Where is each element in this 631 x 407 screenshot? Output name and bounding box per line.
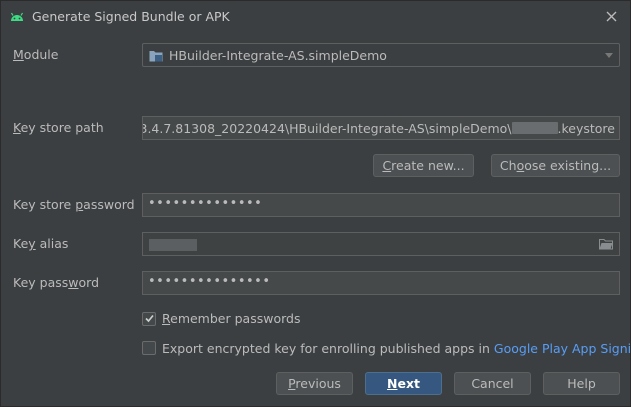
next-button[interactable]: Next: [365, 372, 442, 395]
title-bar: Generate Signed Bundle or APK: [1, 1, 631, 31]
redacted-filename: [511, 122, 558, 134]
module-label: Module: [13, 47, 59, 62]
cancel-button[interactable]: Cancel: [454, 372, 531, 395]
key-password-field[interactable]: •••••••••••••••: [142, 271, 620, 295]
key-alias-label: Key alias: [13, 236, 69, 251]
redacted-alias: [149, 239, 197, 251]
folder-icon[interactable]: [599, 238, 613, 250]
window-title: Generate Signed Bundle or APK: [32, 9, 230, 24]
keystore-path-value: OK@3.4.7.81308_20220424\HBuilder-Integra…: [142, 121, 615, 136]
previous-button[interactable]: Previous: [276, 372, 353, 395]
export-encrypted-key-label[interactable]: Export encrypted key for enrolling publi…: [162, 341, 631, 356]
key-password-mask: •••••••••••••••: [148, 274, 271, 289]
android-icon: [10, 12, 24, 21]
close-icon: [606, 11, 616, 21]
export-encrypted-key-checkbox[interactable]: [142, 341, 156, 355]
keystore-path-field[interactable]: OK@3.4.7.81308_20220424\HBuilder-Integra…: [142, 116, 620, 140]
module-dropdown[interactable]: HBuilder-Integrate-AS.simpleDemo: [142, 43, 620, 67]
create-new-button[interactable]: Create new...: [373, 154, 474, 177]
generate-signed-bundle-dialog: Generate Signed Bundle or APK Module HBu…: [0, 0, 631, 407]
module-folder-icon: [149, 51, 163, 62]
chevron-down-icon: [605, 53, 613, 58]
keystore-password-label: Key store password: [13, 197, 135, 212]
keystore-password-field[interactable]: ••••••••••••••: [142, 193, 620, 217]
close-button[interactable]: [602, 7, 620, 25]
key-password-label: Key password: [13, 275, 100, 290]
remember-passwords-label[interactable]: Remember passwords: [162, 311, 300, 326]
help-button[interactable]: Help: [543, 372, 620, 395]
choose-existing-button[interactable]: Choose existing...: [491, 154, 620, 177]
remember-passwords-checkbox[interactable]: [142, 312, 156, 326]
google-play-app-signing-link[interactable]: Google Play App Signing: [494, 341, 631, 356]
key-alias-field[interactable]: [142, 232, 620, 256]
module-selected-value: HBuilder-Integrate-AS.simpleDemo: [169, 48, 387, 63]
keystore-path-label: Key store path: [13, 120, 104, 135]
check-icon: [145, 314, 154, 323]
keystore-password-mask: ••••••••••••••: [148, 196, 263, 211]
